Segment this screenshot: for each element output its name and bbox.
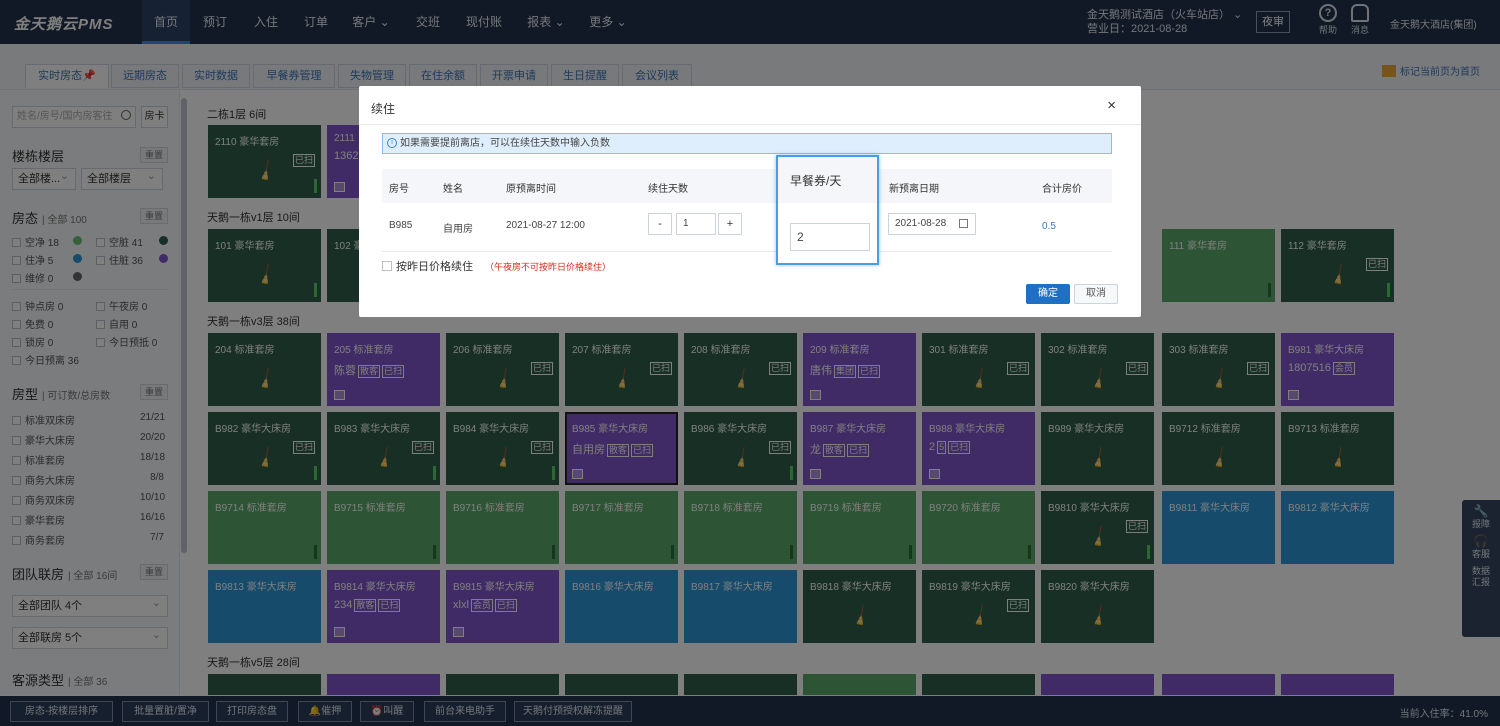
col-extend-days: 续住天数	[648, 184, 688, 195]
info-notice: i 如果需要提前离店，可以在续住天数中输入负数	[382, 133, 1112, 154]
table-header: 房号 姓名 原预离时间 续住天数 新预离日期 合计房价	[382, 169, 1112, 203]
notice-text: 如果需要提前离店，可以在续住天数中输入负数	[400, 138, 610, 149]
checkbox-box	[382, 261, 392, 271]
confirm-button[interactable]: 确定	[1026, 284, 1070, 304]
yesterday-price-checkbox[interactable]: 按昨日价格续住 （午夜房不可按昨日价格续住）	[382, 258, 611, 274]
close-icon[interactable]: ×	[1107, 97, 1116, 114]
col-name: 姓名	[443, 184, 463, 195]
col-breakfast: 早餐券/天	[778, 157, 877, 203]
col-room: 房号	[389, 184, 409, 195]
increment-days-button[interactable]: +	[718, 213, 742, 235]
yesterday-price-label: 按昨日价格续住	[396, 261, 473, 273]
cell-room: B985	[389, 220, 413, 231]
divider	[359, 124, 1141, 125]
extend-stay-dialog: 续住 × i 如果需要提前离店，可以在续住天数中输入负数 房号 姓名 原预离时间 …	[359, 86, 1141, 317]
breakfast-column-highlight: 早餐券/天 2	[776, 155, 879, 265]
col-total-price: 合计房价	[1042, 184, 1082, 195]
decrement-days-button[interactable]: -	[648, 213, 672, 235]
new-departure-date-input[interactable]: 2021-08-28	[888, 213, 976, 235]
total-price[interactable]: 0.5	[1042, 221, 1056, 232]
col-new-departure: 新预离日期	[889, 184, 939, 195]
cell-orig-departure: 2021-08-27 12:00	[506, 220, 585, 231]
cell-name: 自用房	[443, 224, 473, 235]
date-value: 2021-08-28	[895, 218, 947, 229]
dialog-title: 续住	[371, 102, 396, 116]
info-icon: i	[387, 138, 397, 148]
breakfast-per-day-input[interactable]: 2	[790, 223, 870, 251]
cancel-button[interactable]: 取消	[1074, 284, 1118, 304]
extend-days-input[interactable]: 1	[676, 213, 716, 235]
table-row: B985 自用房 2021-08-27 12:00	[382, 203, 1112, 252]
midnight-warning: （午夜房不可按昨日价格续住）	[485, 262, 612, 272]
col-orig-departure: 原预离时间	[506, 184, 556, 195]
calendar-icon	[959, 219, 968, 228]
